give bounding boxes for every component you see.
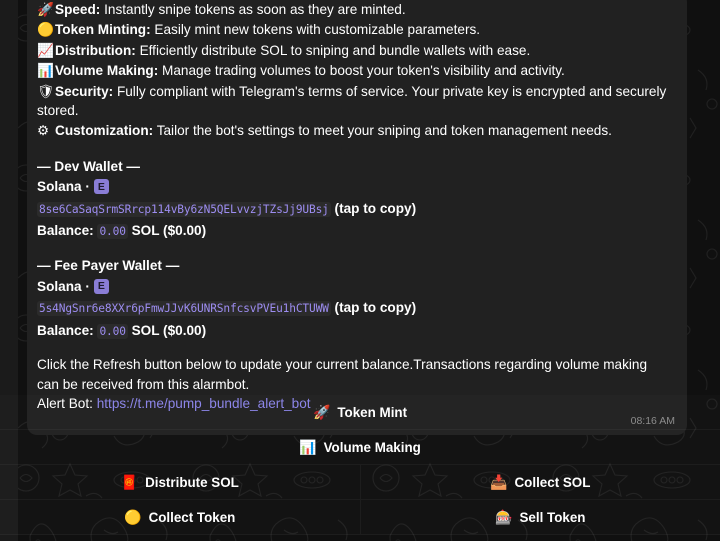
feature-title: Security: (55, 83, 114, 99)
feature-item: 🚀Speed: Instantly snipe tokens as soon a… (37, 0, 675, 19)
rocket-icon: 🚀 (37, 2, 54, 17)
dev-wallet-copy-hint: (tap to copy) (334, 200, 417, 216)
chain-label: Solana · (37, 278, 90, 294)
fee-payer-wallet-copy-hint: (tap to copy) (334, 300, 417, 316)
dev-wallet-balance-row: Balance: 0.00 SOL ($0.00) (37, 221, 675, 241)
yellow-circle-icon: 🟡 (37, 22, 54, 38)
bar-chart-icon: 📊 (37, 63, 54, 79)
feature-item: ⚙ Customization: Tailor the bot's setting… (37, 121, 675, 140)
bot-message-bubble: 🚀Speed: Instantly snipe tokens as soon a… (27, 0, 687, 436)
volume-making-button[interactable]: 📊 Volume Making (0, 430, 720, 465)
slot-machine-icon: 🎰 (495, 509, 513, 525)
feature-item: 📊Volume Making: Manage trading volumes t… (37, 61, 675, 80)
feature-text: Tailor the bot's settings to meet your s… (153, 123, 612, 139)
keyboard-row: 🚀 Token Mint (0, 395, 720, 430)
dev-wallet-address-row: 8se6CaSaqSrmSRrcp114vBy6zN5QELvvzjTZsJj9… (37, 199, 675, 219)
chart-increasing-icon: 📈 (37, 42, 54, 58)
telegram-chat-screen: 🚀Speed: Instantly snipe tokens as soon a… (0, 0, 720, 541)
footer-line-2: can be received from this alarmbot. (37, 376, 250, 392)
feature-text: Manage trading volumes to boost your tok… (158, 63, 565, 79)
bar-chart-icon: 📊 (299, 439, 317, 455)
feature-item: 📈Distribution: Efficiently distribute SO… (37, 41, 675, 60)
explorer-badge-icon[interactable]: E (93, 179, 109, 195)
feature-text: Fully compliant with Telegram's terms of… (37, 83, 667, 119)
dev-wallet-balance-value: 0.00 (97, 224, 128, 240)
inline-keyboard: 🚀 Token Mint 📊 Volume Making 🧧 Distribut… (0, 395, 720, 541)
collect-sol-button[interactable]: 📥 Collect SOL (359, 465, 720, 500)
feature-item: 🟡Token Minting: Easily mint new tokens w… (37, 20, 675, 39)
collect-sol-label: Collect SOL (514, 474, 591, 490)
keyboard-row: 📊 Volume Making (0, 430, 720, 465)
gear-icon: ⚙ (37, 123, 50, 139)
balance-label: Balance: (37, 223, 94, 239)
distribute-sol-button[interactable]: 🧧 Distribute SOL (0, 465, 360, 500)
footer-line-1: Click the Refresh button below to update… (37, 357, 648, 373)
fee-payer-wallet-address-row: 5s4NgSnr6e8XXr6pFmwJJvK6UNRSnfcsvPVEu1hC… (37, 298, 675, 318)
dev-wallet-address[interactable]: 8se6CaSaqSrmSRrcp114vBy6zN5QELvvzjTZsJj9… (37, 201, 331, 217)
feature-title: Volume Making: (55, 63, 159, 79)
sell-token-label: Sell Token (519, 509, 586, 525)
feature-title: Distribution: (55, 42, 136, 58)
chain-label: Solana · (37, 179, 90, 195)
fee-payer-wallet-balance-value: 0.00 (97, 323, 128, 339)
collect-token-label: Collect Token (148, 509, 236, 525)
fee-payer-wallet-section: — Fee Payer Wallet — Solana · E 5s4NgSnr… (37, 256, 675, 341)
fee-payer-wallet-balance-row: Balance: 0.00 SOL ($0.00) (37, 321, 675, 341)
explorer-badge-icon[interactable]: E (93, 279, 109, 295)
shield-icon: 🛡 (37, 83, 55, 99)
feature-text: Instantly snipe tokens as soon as they a… (100, 2, 406, 17)
keyboard-row: 🟡 Collect Token 🎰 Sell Token (0, 500, 720, 535)
collect-token-button[interactable]: 🟡 Collect Token (0, 500, 360, 535)
feature-title: Customization: (55, 123, 154, 139)
feature-title: Speed: (55, 2, 101, 17)
feature-text: Efficiently distribute SOL to sniping an… (135, 42, 531, 58)
volume-making-label: Volume Making (323, 439, 421, 455)
rocket-icon: 🚀 (312, 404, 331, 420)
balance-unit: SOL ($0.00) (131, 223, 207, 239)
distribute-sol-label: Distribute SOL (145, 474, 239, 490)
feature-title: Token Minting: (55, 22, 151, 38)
feature-item: 🛡Security: Fully compliant with Telegram… (37, 82, 675, 121)
token-mint-button[interactable]: 🚀 Token Mint (0, 395, 720, 430)
sell-token-button[interactable]: 🎰 Sell Token (359, 500, 720, 535)
token-mint-label: Token Mint (337, 404, 408, 420)
fee-payer-wallet-address[interactable]: 5s4NgSnr6e8XXr6pFmwJJvK6UNRSnfcsvPVEu1hC… (37, 301, 331, 317)
dev-wallet-heading: — Dev Wallet — (37, 158, 140, 174)
balance-unit: SOL ($0.00) (131, 322, 207, 338)
red-envelope-icon: 🧧 (120, 474, 139, 490)
feature-list: 🚀Speed: Instantly snipe tokens as soon a… (37, 0, 675, 141)
balance-label: Balance: (37, 322, 94, 338)
fee-payer-wallet-chain-row: Solana · E (37, 277, 675, 296)
keyboard-row: 🧧 Distribute SOL 📥 Collect SOL (0, 465, 720, 500)
feature-text: Easily mint new tokens with customizable… (150, 22, 481, 38)
dev-wallet-chain-row: Solana · E (37, 177, 675, 196)
fee-payer-wallet-heading: — Fee Payer Wallet — (37, 258, 180, 274)
inbox-tray-icon: 📥 (490, 474, 508, 490)
yellow-circle-icon: 🟡 (124, 509, 142, 525)
dev-wallet-section: — Dev Wallet — Solana · E 8se6CaSaqSrmSR… (37, 157, 675, 242)
